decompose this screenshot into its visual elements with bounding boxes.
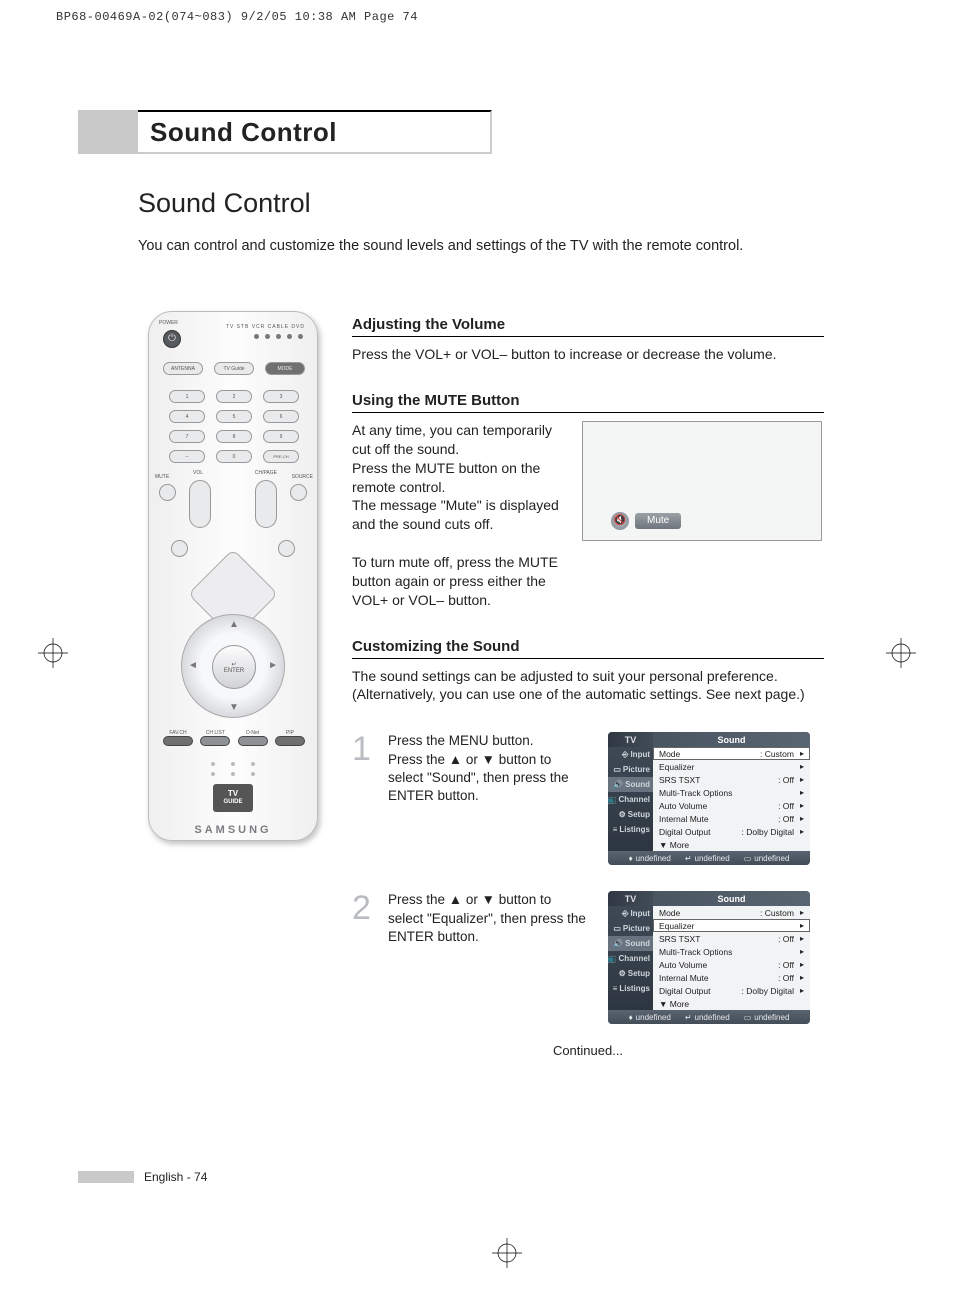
chpage-label: CH/PAGE [255,470,277,476]
header-title: Sound Control [150,117,337,148]
ch-rocker [255,480,277,528]
key-4: 4 [169,410,205,423]
down-arrow-icon: ▼ [229,702,239,713]
footer-accent [78,1171,134,1183]
osd-panel-1: TVSound⎆Input▭Picture🔊Sound📺Channel⚙Setu… [608,732,810,865]
dnet-group: D-Net [238,730,268,746]
customizing-body: The sound settings can be adjusted to su… [352,667,824,705]
step-1-number: 1 [352,732,378,865]
content-column: Adjusting the Volume Press the VOL+ or V… [352,316,824,1024]
pip-group: PIP [275,730,305,746]
page: Sound Control Sound Control You can cont… [56,38,898,1258]
header-title-box: Sound Control [138,110,492,154]
mute-label: MUTE [155,474,169,480]
left-arrow-icon: ◄ [188,660,198,671]
registration-mark-icon [886,638,916,668]
led-row-2 [211,772,255,776]
info-button-icon [278,540,295,557]
header-accent [78,110,138,154]
step-1-text: Press the MENU button. Press the ▲ or ▼ … [388,732,590,865]
mode-leds [254,334,303,339]
key-9: 9 [263,430,299,443]
mute-speaker-icon: 🔇 [611,512,629,530]
customizing-heading: Customizing the Sound [352,638,824,659]
continued-label: Continued... [352,1043,824,1058]
key-0: 0 [216,450,252,463]
adjusting-volume-heading: Adjusting the Volume [352,316,824,337]
registration-mark-icon [38,638,68,668]
right-arrow-icon: ► [268,660,278,671]
customizing-block: Customizing the Sound The sound settings… [352,638,824,705]
source-button-icon [290,484,307,501]
step-2: 2 Press the ▲ or ▼ button to select "Equ… [352,891,590,1024]
mode-labels: TV STB VCR CABLE DVD [226,324,305,330]
enter-icon: ↵ [231,661,236,668]
key-6: 6 [263,410,299,423]
up-arrow-icon: ▲ [229,619,239,630]
key-3: 3 [263,390,299,403]
header-bar: Sound Control [78,110,492,154]
remote-control-illustration: POWER TV STB VCR CABLE DVD ANTENNA TV Gu… [148,311,318,841]
mute-button-icon [159,484,176,501]
vol-label: VOL [193,470,203,476]
osd-panel-2: TVSound⎆Input▭Picture🔊Sound📺Channel⚙Setu… [608,891,810,1024]
chlist-group: CH LIST [200,730,230,746]
nav-ring: ▲ ▼ ◄ ► ↵ ENTER [181,614,285,718]
mute-body: At any time, you can temporarily cut off… [352,421,562,534]
brand-label: SAMSUNG [149,824,317,836]
enter-label: ENTER [224,668,244,674]
anynet-button-icon [171,540,188,557]
power-label: POWER [159,320,178,326]
step-1: 1 Press the MENU button. Press the ▲ or … [352,732,590,865]
mode-button: MODE [265,362,305,375]
mute-heading: Using the MUTE Button [352,392,824,413]
key-dash: – [169,450,205,463]
key-prech: PRE-CH [263,450,299,463]
tvguide-logo: TVGUIDE [213,784,253,812]
tvguide-button: TV Guide [214,362,254,375]
key-1: 1 [169,390,205,403]
key-8: 8 [216,430,252,443]
led-row-1 [211,762,255,766]
mute-block: Using the MUTE Button At any time, you c… [352,392,824,610]
step-2-number: 2 [352,891,378,1024]
key-7: 7 [169,430,205,443]
crop-header: BP68-00469A-02(074~083) 9/2/05 10:38 AM … [56,10,418,24]
registration-mark-icon [492,1238,522,1268]
adjusting-volume-body: Press the VOL+ or VOL– button to increas… [352,345,824,364]
vol-rocker [189,480,211,528]
page-footer: English - 74 [78,1170,207,1184]
key-5: 5 [216,410,252,423]
intro-text: You can control and customize the sound … [138,238,818,254]
section-title: Sound Control [138,188,311,219]
favch-group: FAV.CH [163,730,193,746]
enter-button: ↵ ENTER [212,645,256,689]
mute-badge: Mute [635,513,681,529]
mute-osd-panel: 🔇 Mute [582,421,822,541]
antenna-button: ANTENNA [163,362,203,375]
power-button-icon [163,330,181,348]
footer-label: English - 74 [144,1170,207,1184]
mute-body-2: To turn mute off, press the MUTE button … [352,553,572,610]
source-label: SOURCE [292,474,313,480]
key-2: 2 [216,390,252,403]
step-2-text: Press the ▲ or ▼ button to select "Equal… [388,891,590,1024]
adjusting-volume-block: Adjusting the Volume Press the VOL+ or V… [352,316,824,364]
